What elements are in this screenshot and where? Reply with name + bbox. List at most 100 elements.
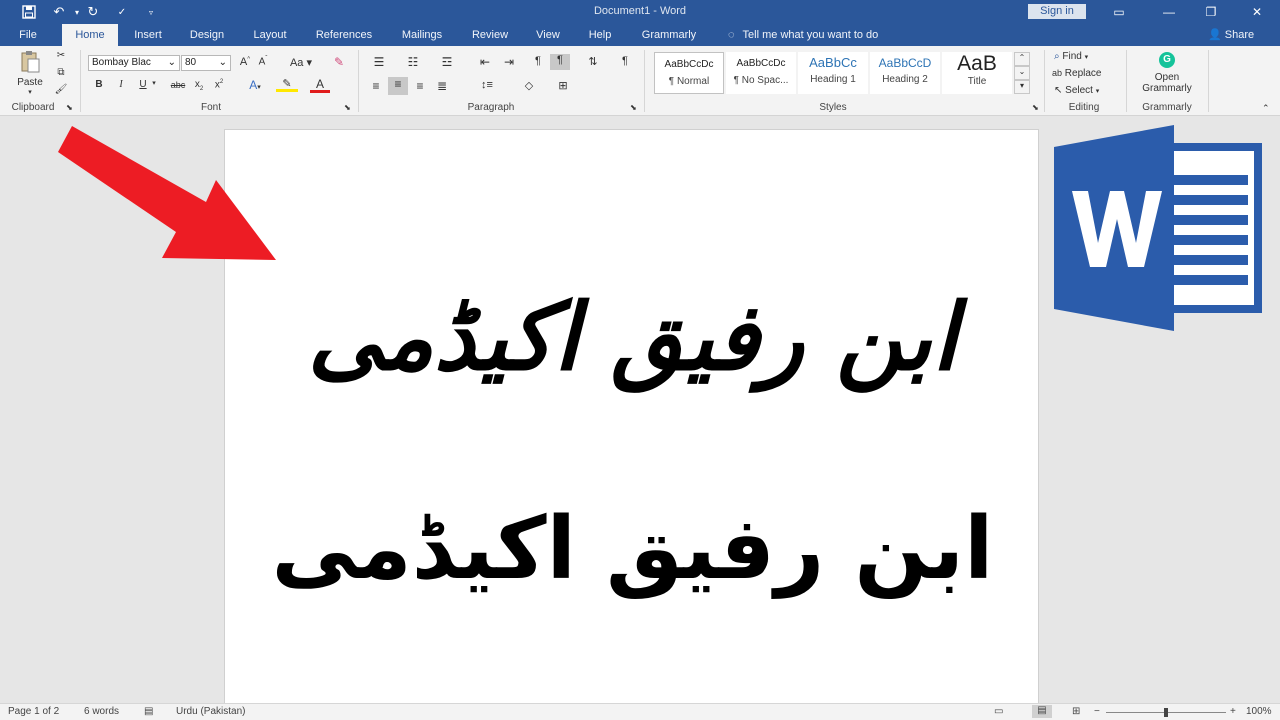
replace-button[interactable]: ab Replace (1052, 68, 1102, 79)
bullets-icon[interactable]: ☰ (368, 55, 390, 69)
word-count[interactable]: 6 words (84, 706, 119, 717)
styles-more-icon[interactable]: ▾ (1014, 80, 1030, 94)
share-button[interactable]: 👤 Share (1208, 24, 1254, 46)
align-center-icon[interactable]: ≡ (388, 77, 408, 95)
tab-home[interactable]: Home (62, 24, 118, 46)
group-divider (358, 50, 359, 112)
read-mode-icon[interactable]: ▭ (994, 706, 1003, 717)
tell-me-search[interactable]: ◌ Tell me what you want to do (728, 24, 878, 46)
grow-font-button[interactable]: A^ (237, 56, 253, 68)
save-icon[interactable] (20, 3, 38, 21)
decrease-indent-icon[interactable]: ⇤ (476, 55, 494, 69)
zoom-slider-thumb[interactable] (1164, 708, 1168, 717)
tab-grammarly[interactable]: Grammarly (634, 24, 704, 46)
borders-icon[interactable]: ⊞ (552, 79, 574, 92)
restore-button[interactable]: ❐ (1200, 2, 1222, 22)
urdu-heading-nastaliq[interactable]: ابن رفیق اکیڈمی (225, 278, 1040, 398)
ltr-direction-icon[interactable]: ¶ (530, 55, 546, 67)
font-size-combo[interactable]: 80 ⌄ (181, 55, 231, 71)
style-title[interactable]: AaB Title (942, 52, 1012, 94)
red-arrow-icon (58, 126, 276, 260)
person-icon: 👤 (1208, 29, 1222, 41)
shrink-font-button[interactable]: Aˇ (255, 56, 271, 67)
style-normal[interactable]: AaBbCcDc ¶ Normal (654, 52, 724, 94)
copy-icon[interactable]: ⧉ (54, 67, 68, 78)
zoom-out-icon[interactable]: − (1094, 706, 1100, 717)
close-button[interactable]: ✕ (1246, 2, 1268, 22)
sort-icon[interactable]: ⇅ (584, 55, 602, 68)
document-page[interactable]: ابن رفیق اکیڈمی ابن رفیق اکیڈمی (224, 129, 1039, 703)
underline-button[interactable]: U (136, 79, 150, 90)
style-sample: AaBbCcDc (736, 58, 786, 69)
language-indicator[interactable]: Urdu (Pakistan) (176, 706, 245, 717)
zoom-level[interactable]: 100% (1246, 706, 1272, 717)
open-grammarly-button[interactable]: G Open Grammarly (1134, 52, 1200, 94)
bold-button[interactable]: B (92, 79, 106, 90)
multilevel-list-icon[interactable]: ☲ (436, 55, 458, 69)
numbering-icon[interactable]: ☷ (402, 55, 424, 69)
style-heading-2[interactable]: AaBbCcD Heading 2 (870, 52, 940, 94)
increase-indent-icon[interactable]: ⇥ (500, 55, 518, 69)
spelling-check-icon[interactable]: ✓ (113, 3, 131, 21)
show-formatting-icon[interactable]: ¶ (618, 55, 632, 67)
cut-icon[interactable]: ✂ (54, 50, 68, 61)
tab-insert[interactable]: Insert (126, 24, 170, 46)
text-effects-icon[interactable]: A▾ (245, 78, 265, 92)
title-bar: ↶ ▾ ↻ ✓ ▿ Document1 - Word Sign in ▭ — ❐… (0, 0, 1280, 24)
zoom-slider[interactable] (1106, 708, 1226, 717)
align-right-icon[interactable]: ≡ (412, 79, 428, 93)
superscript-button[interactable]: x2 (212, 79, 226, 90)
shading-icon[interactable]: ◇ (518, 79, 540, 92)
select-button[interactable]: ↖ Select ▾ (1054, 85, 1099, 96)
page-count[interactable]: Page 1 of 2 (8, 706, 59, 717)
dialog-launcher-icon[interactable]: ⬊ (66, 103, 73, 112)
web-layout-icon[interactable]: ⊞ (1072, 706, 1080, 717)
dialog-launcher-icon[interactable]: ⬊ (630, 103, 637, 112)
tab-references[interactable]: References (308, 24, 380, 46)
tab-help[interactable]: Help (580, 24, 620, 46)
strikethrough-button[interactable]: abc (168, 80, 188, 90)
rtl-direction-icon[interactable]: ¶ (550, 54, 570, 70)
tab-review[interactable]: Review (466, 24, 514, 46)
word-logo-icon (1054, 125, 1262, 331)
format-painter-icon[interactable]: 🖌 (54, 84, 68, 95)
urdu-heading-naskh[interactable]: ابن رفیق اکیڈمی (225, 494, 1040, 604)
paste-label: Paste (17, 77, 43, 88)
tab-view[interactable]: View (528, 24, 568, 46)
collapse-ribbon-icon[interactable]: ⌃ (1262, 103, 1270, 114)
style-heading-1[interactable]: AaBbCc Heading 1 (798, 52, 868, 94)
replace-icon: ab (1052, 68, 1063, 78)
sign-in-button[interactable]: Sign in (1028, 4, 1086, 19)
proofing-icon[interactable]: ▤ (144, 706, 153, 717)
subscript-button[interactable]: x2 (192, 79, 206, 92)
tab-design[interactable]: Design (182, 24, 232, 46)
clear-formatting-icon[interactable]: ✎ (330, 55, 348, 69)
highlight-color-icon[interactable]: ✎ (276, 77, 298, 92)
style-no-spacing[interactable]: AaBbCcDc ¶ No Spac... (726, 52, 796, 94)
undo-icon[interactable]: ↶ (50, 3, 68, 21)
print-layout-icon[interactable]: ▤ (1032, 705, 1052, 718)
font-color-icon[interactable]: A (310, 77, 330, 93)
zoom-in-icon[interactable]: + (1230, 706, 1236, 717)
style-name: Heading 2 (882, 74, 928, 85)
styles-scroll-up-icon[interactable]: ⌃ (1014, 52, 1030, 66)
chevron-down-icon[interactable]: ▾ (150, 79, 158, 87)
customize-toolbar-icon[interactable]: ▿ (142, 3, 160, 21)
minimize-button[interactable]: — (1158, 2, 1180, 22)
tab-file[interactable]: File (8, 24, 48, 46)
dialog-launcher-icon[interactable]: ⬊ (1032, 103, 1039, 112)
redo-icon[interactable]: ↻ (84, 3, 102, 21)
tab-mailings[interactable]: Mailings (392, 24, 452, 46)
font-name-combo[interactable]: Bombay Blac ⌄ (88, 55, 180, 71)
tab-layout[interactable]: Layout (246, 24, 294, 46)
justify-icon[interactable]: ≣ (434, 79, 450, 93)
paste-button[interactable]: Paste ▾ (12, 50, 48, 98)
line-spacing-icon[interactable]: ↕≡ (476, 79, 498, 91)
find-button[interactable]: ⌕ Find ▾ (1054, 51, 1088, 62)
change-case-button[interactable]: Aa ▾ (287, 56, 315, 69)
styles-scroll-down-icon[interactable]: ⌄ (1014, 66, 1030, 80)
ribbon-display-options-icon[interactable]: ▭ (1108, 2, 1130, 22)
align-left-icon[interactable]: ≡ (368, 79, 384, 93)
dialog-launcher-icon[interactable]: ⬊ (344, 103, 351, 112)
italic-button[interactable]: I (114, 79, 128, 90)
